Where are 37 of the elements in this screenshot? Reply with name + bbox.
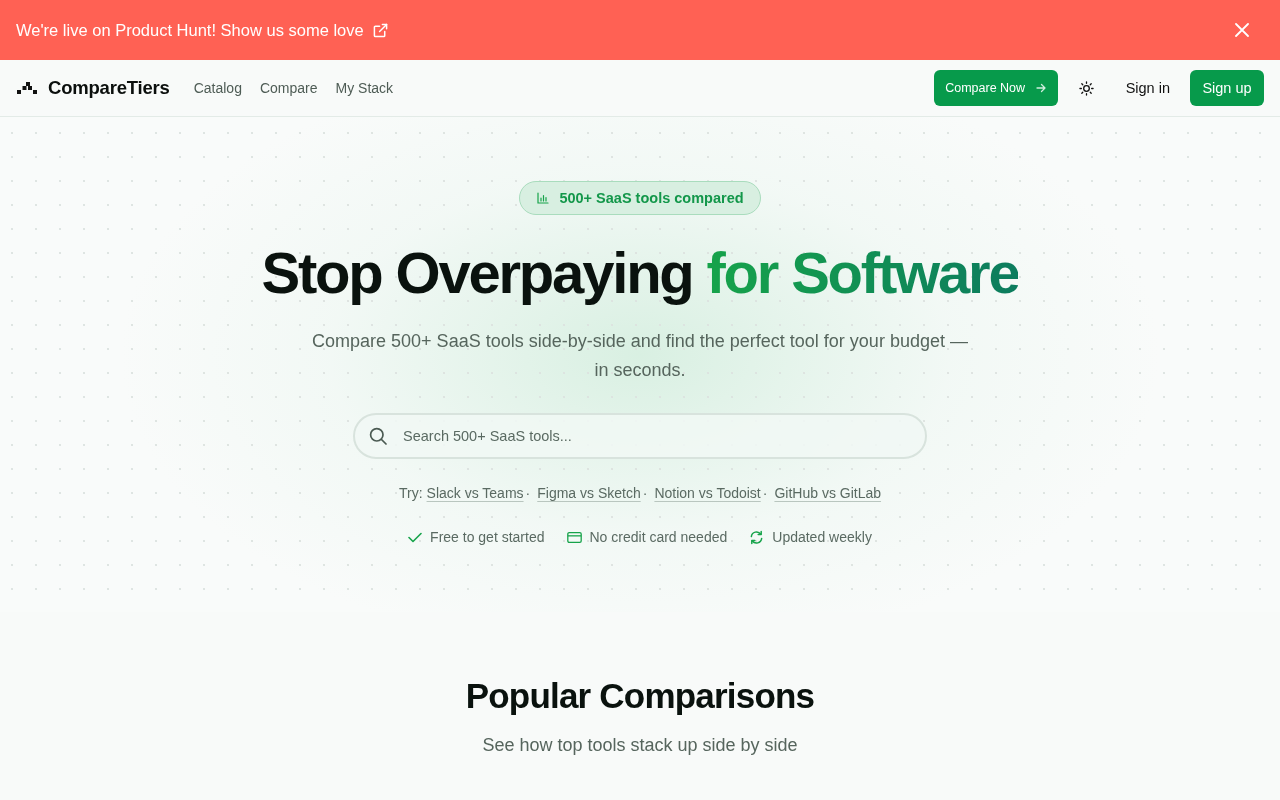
try-label: Try: [398, 485, 423, 501]
feature-text: No credit card needed [589, 529, 728, 545]
suggestion-link[interactable]: Figma vs Sketch [537, 485, 641, 501]
hero-title: Stop Overpaying for Software [261, 241, 1019, 305]
close-icon [1235, 23, 1249, 37]
tools-count-badge: 500+ SaaS tools compared [519, 181, 761, 215]
banner-link[interactable]: We're live on Product Hunt! Show us some love [16, 20, 388, 40]
section-heading: Popular Comparisons [465, 675, 815, 717]
suggestion-link[interactable]: Slack vs Teams [426, 485, 524, 501]
suggestion-link[interactable]: Notion vs Todoist [654, 485, 761, 501]
sign-up-button[interactable]: Sign up [1190, 70, 1264, 106]
external-link-icon [372, 22, 388, 38]
search-icon [369, 427, 387, 445]
stepped-squares-logo-icon [17, 82, 37, 94]
hero-subtitle: Compare 500+ SaaS tools side-by-side and find the perfect tool for your budget — in seconds. [311, 330, 969, 382]
sun-icon [1078, 80, 1094, 96]
separator-dot: · [642, 485, 648, 501]
compare-now-button[interactable]: Compare Now [933, 70, 1058, 106]
separator-dot: · [762, 485, 768, 501]
bar-chart-icon [537, 192, 550, 204]
nav-link[interactable]: My Stack [335, 80, 394, 96]
nav-link[interactable]: Catalog [193, 80, 242, 96]
section-subtitle: See how top tools stack up side by side [482, 734, 798, 757]
close-button[interactable] [1235, 23, 1249, 37]
suggestion-link[interactable]: GitHub vs GitLab [774, 485, 882, 501]
refresh-icon [749, 529, 765, 545]
separator-dot: · [525, 485, 531, 501]
sign-in-button[interactable]: Sign in [1125, 80, 1170, 96]
credit-card-icon [566, 531, 582, 543]
brand-link[interactable]: CompareTiers [17, 77, 170, 99]
feature-text: Updated weekly [772, 529, 872, 545]
arrow-right-icon [1036, 83, 1047, 93]
search-field[interactable]: Search 500+ SaaS tools... [353, 413, 927, 459]
feature-text: Free to get started [430, 529, 545, 545]
nav-link[interactable]: Compare [259, 80, 318, 96]
check-icon [408, 531, 423, 543]
theme-toggle-button[interactable] [1078, 80, 1094, 96]
